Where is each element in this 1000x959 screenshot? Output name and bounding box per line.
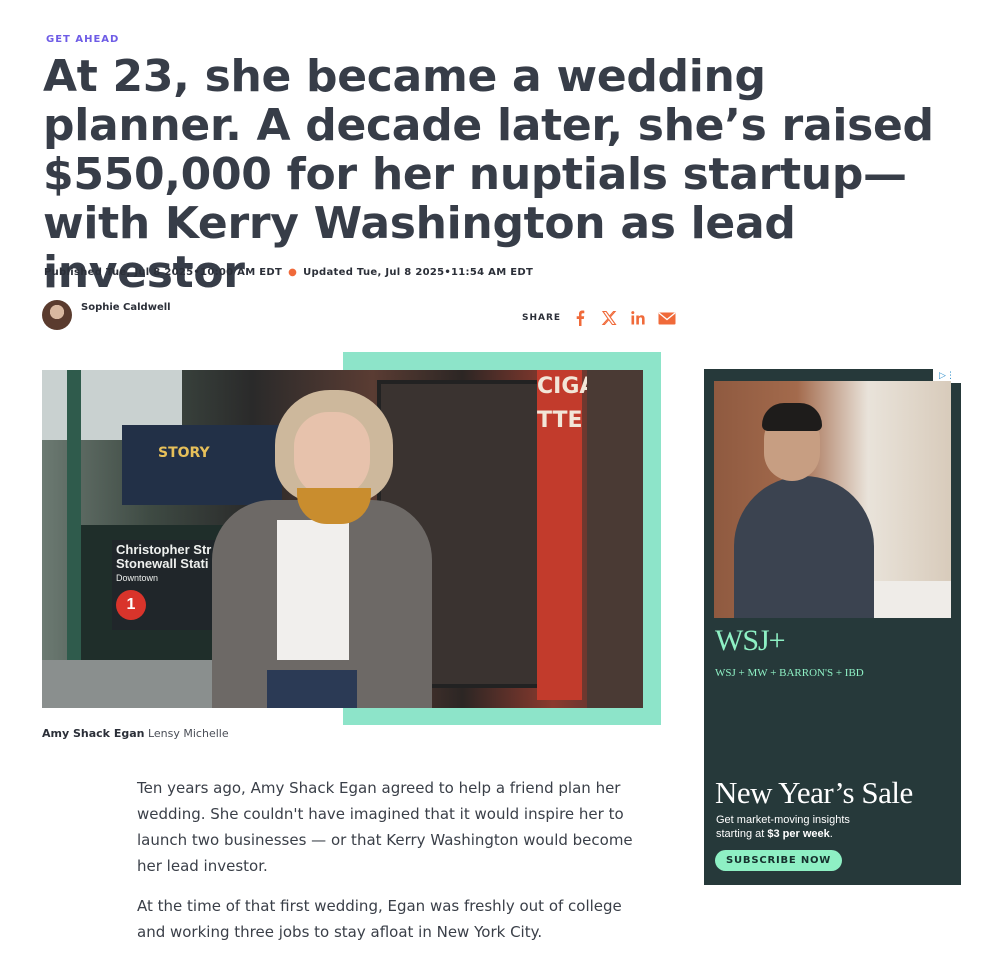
separator-dot: ● [288, 267, 298, 278]
x-icon[interactable] [600, 309, 618, 327]
hero-photo[interactable]: STORY Christopher Str Stonewall Stati Do… [42, 370, 643, 708]
ad-photo[interactable] [714, 381, 951, 618]
share-bar: SHARE [522, 309, 687, 327]
section-kicker[interactable]: GET AHEAD [46, 34, 119, 45]
photo-sign-column: CIGA TTE [537, 370, 596, 700]
email-icon[interactable] [658, 309, 676, 327]
caption-credit: Lensy Michelle [147, 727, 229, 740]
article-body: Ten years ago, Amy Shack Egan agreed to … [137, 775, 647, 959]
subscribe-button[interactable]: SUBSCRIBE NOW [715, 850, 843, 871]
paragraph: At the time of that first wedding, Egan … [137, 897, 622, 941]
ad-photo-person-body [734, 476, 874, 618]
updated-time: Updated Tue, Jul 8 2025•11:54 AM EDT [303, 267, 534, 278]
facebook-icon[interactable] [571, 309, 589, 327]
author-name[interactable]: Sophie Caldwell [81, 302, 171, 313]
author-byline[interactable]: Sophie Caldwell [42, 300, 171, 330]
ad-subtitle-suffix: . [829, 828, 833, 840]
billboard-text: STORY [158, 445, 210, 461]
linkedin-icon[interactable] [629, 309, 647, 327]
article-headline: At 23, she became a wedding planner. A d… [43, 51, 934, 298]
ad-logo: WSJ+ [715, 624, 786, 657]
caption-subject: Amy Shack Egan [42, 727, 145, 740]
photo-billboard: STORY [122, 425, 282, 505]
ad-subtitle-prefix: starting at [716, 828, 768, 840]
article-timestamps: Published Tue, Jul 8 2025•10:00 AM EDT ● U… [44, 267, 533, 278]
hero-image-block: STORY Christopher Str Stonewall Stati Do… [42, 352, 662, 726]
ad-subtitle: Get market-moving insights starting at $… [716, 813, 916, 841]
ad-photo-person-hair [762, 403, 822, 431]
photo-person-shirt [277, 520, 349, 660]
photo-storefront [587, 370, 643, 708]
ad-brands: WSJ + MW + BARRON'S + IBD [715, 667, 864, 679]
advertisement[interactable]: ▷⋮ WSJ+ WSJ + MW + BARRON'S + IBD New Ye… [704, 369, 961, 885]
paragraph: Ten years ago, Amy Shack Egan agreed to … [137, 779, 633, 875]
avatar[interactable] [42, 300, 72, 330]
share-label: SHARE [522, 313, 562, 323]
ad-subtitle-price: $3 per week [767, 828, 830, 840]
photo-person-jeans [267, 670, 357, 708]
photo-lamp-pole [67, 370, 81, 708]
ad-subtitle-line1: Get market-moving insights [716, 814, 850, 826]
published-time: Published Tue, Jul 8 2025•10:00 AM EDT [44, 267, 283, 278]
photo-person-face [294, 412, 370, 498]
photo-caption: Amy Shack Egan Lensy Michelle [42, 727, 229, 740]
ad-title: New Year’s Sale [715, 775, 913, 810]
train-line-badge: 1 [116, 590, 146, 620]
ad-subtitle-line2: starting at $3 per week. [716, 827, 916, 841]
